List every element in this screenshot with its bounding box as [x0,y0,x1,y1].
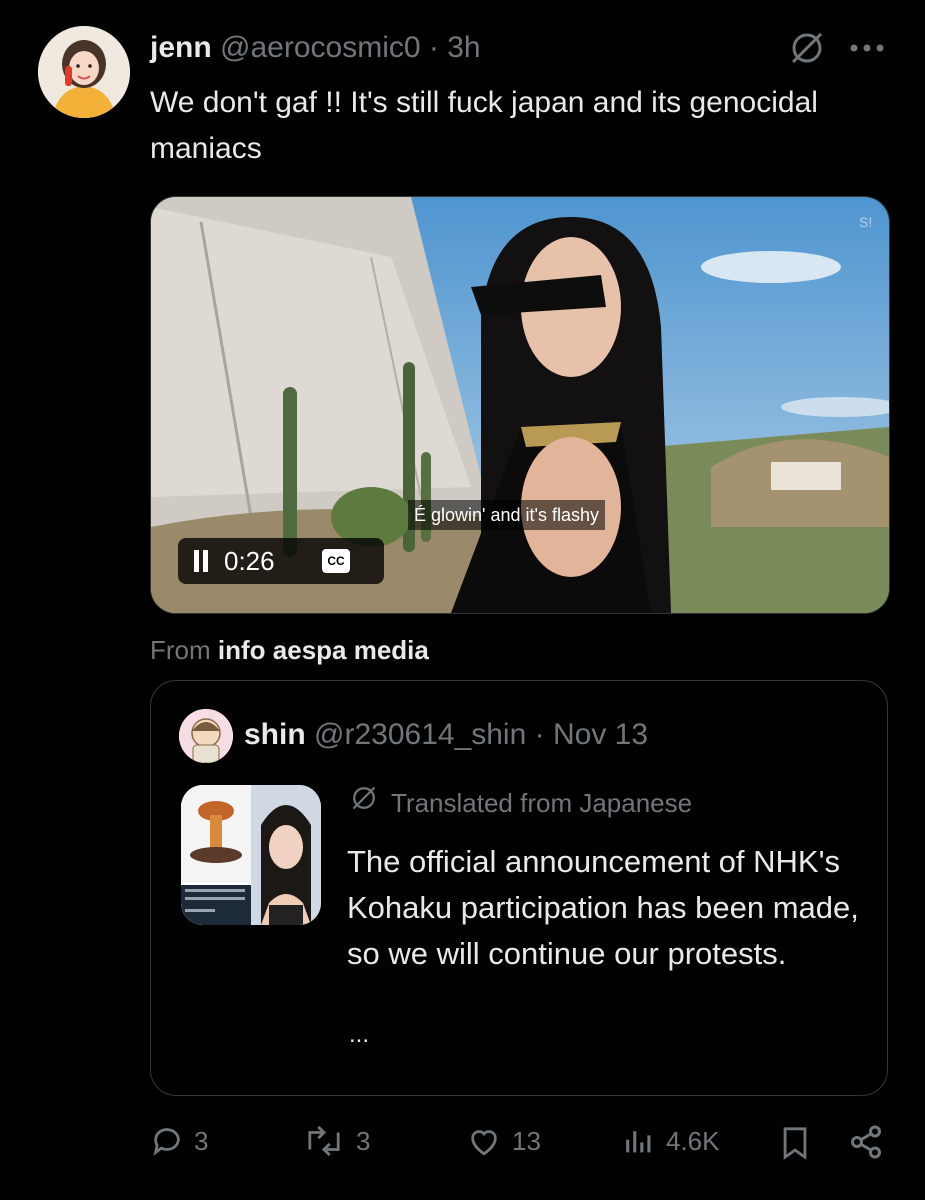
quote-separator-dot: · [534,718,545,751]
views-icon [626,1131,651,1153]
video-watermark: S! [859,214,872,230]
translated-notice[interactable]: Translated from Japanese [349,783,692,822]
like-icon [471,1130,497,1156]
repost-button[interactable]: 3 [302,1124,370,1158]
quote-author-name[interactable]: shin [244,718,306,751]
views-count: 4.6K [666,1125,720,1156]
like-button[interactable]: 13 [466,1124,541,1158]
source-name[interactable]: info aespa media [218,635,429,665]
quote-thumbnail-1 [181,785,251,925]
quote-author-handle[interactable]: @r230614_shin [314,718,526,751]
author-name[interactable]: jenn [150,31,212,64]
post-header: jenn @aerocosmic0 · 3h [150,28,481,68]
share-button[interactable] [848,1124,884,1160]
cc-icon[interactable]: CC [322,549,350,573]
quote-show-more[interactable]: ... [349,1021,369,1049]
author-avatar-image [38,26,130,118]
grok-icon[interactable] [787,28,827,68]
share-icon [851,1125,881,1159]
author-handle[interactable]: @aerocosmic0 [220,31,421,64]
video-controls: 0:26 CC [178,538,384,584]
more-icon[interactable] [849,43,885,53]
translated-label: Translated from Japanese [391,787,693,818]
author-avatar[interactable] [38,26,130,118]
repost-count: 3 [356,1125,371,1156]
reply-button[interactable]: 3 [150,1124,208,1158]
separator-dot: · [428,31,439,64]
video-subtitle: É glowin' and it's flashy [408,500,605,530]
action-bar: 3 3 13 4.6K [150,1124,890,1168]
bookmark-icon [783,1127,807,1160]
quote-date[interactable]: Nov 13 [553,718,648,751]
post-text: We don't gaf !! It's still fuck japan an… [150,86,818,165]
video-time: 0:26 [224,545,275,576]
post-time[interactable]: 3h [447,31,480,64]
repost-icon [308,1125,340,1157]
pause-icon[interactable] [178,550,224,572]
quote-header: shin @r230614_shin · Nov 13 [244,715,648,755]
views-button[interactable]: 4.6K [622,1124,720,1158]
translate-icon [349,783,379,822]
quoted-post[interactable]: shin @r230614_shin · Nov 13 Translated f… [150,680,888,1096]
quote-thumbnail-2 [251,785,321,925]
quote-author-avatar[interactable] [179,709,233,763]
quote-text: The official announcement of NHK's Kohak… [347,844,859,971]
like-count: 13 [512,1125,541,1156]
media-source: From info aespa media [150,632,429,668]
header-actions [787,28,885,68]
reply-count: 3 [194,1125,209,1156]
reply-icon [153,1128,180,1156]
quote-media-thumbnails[interactable] [181,785,321,925]
source-prefix: From [150,635,211,665]
bookmark-button[interactable] [778,1124,812,1162]
